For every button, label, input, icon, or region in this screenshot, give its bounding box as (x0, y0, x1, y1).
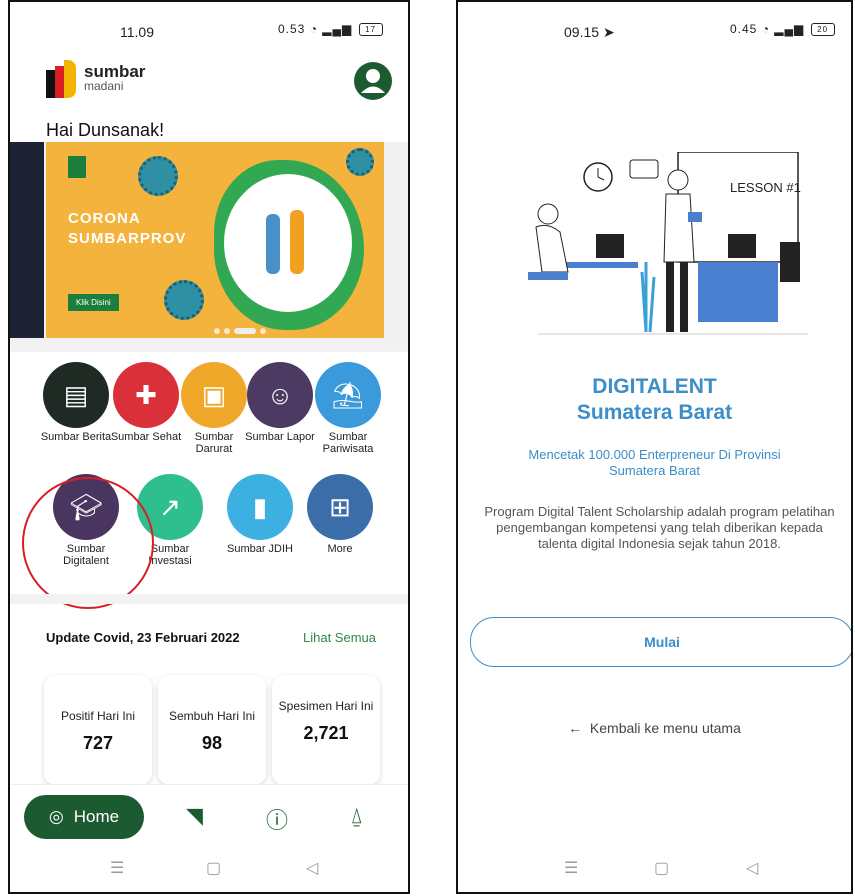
stat-card-sembuh: Sembuh Hari Ini 98 (158, 675, 266, 785)
see-all-link[interactable]: Lihat Semua (303, 630, 376, 645)
menu-more[interactable]: ⊞ More (304, 474, 376, 555)
siren-icon[interactable]: ⍙ (350, 803, 363, 829)
divider (10, 342, 408, 352)
carousel-dots (214, 328, 266, 334)
page-subtitle: Mencetak 100.000 Enterpreneur Di Provins… (528, 447, 781, 478)
menu-sumbar-sehat[interactable]: ✚ Sumbar Sehat (110, 362, 182, 443)
logo-text-sub: madani (84, 79, 124, 93)
classroom-illustration: LESSON #1 (518, 151, 818, 342)
back-triangle-icon[interactable]: ◁ (306, 858, 318, 878)
menu-sumbar-pariwisata[interactable]: ⛱ Sumbar Pariwisata (312, 362, 384, 455)
banner-prev-slide (10, 142, 44, 338)
island-icon: ⛱ (315, 362, 381, 428)
battery-icon: 17 (358, 23, 383, 37)
health-cross-icon: ✚ (113, 362, 179, 428)
wifi-icon: ◔ (309, 22, 318, 36)
grid-icon: ⊞ (307, 474, 373, 540)
status-bar: 11.09 0.53 ◔ ▂▄▆ 17 (10, 2, 408, 62)
svg-text:LESSON #1: LESSON #1 (730, 180, 801, 195)
home-square-icon[interactable]: ▢ (654, 858, 669, 878)
status-time: 11.09 (120, 24, 154, 40)
nav-home-button[interactable]: ◎ Home (24, 795, 144, 839)
app-logo: sumbar madani (46, 60, 145, 98)
status-icons: 0.45 ◔ ▂▄▆ 20 (730, 22, 835, 37)
emblem-icon (68, 156, 86, 178)
alert-icon[interactable]: ⓘ (266, 803, 288, 835)
logo-mark-icon (46, 60, 80, 98)
digitalent-screen: 09.15 ➤ 0.45 ◔ ▂▄▆ 20 LESSON #1 DIGITALE… (456, 0, 853, 894)
news-icon: ▤ (43, 362, 109, 428)
banner-title-1: CORONA (68, 210, 141, 227)
recent-apps-icon[interactable]: ☰ (564, 858, 578, 878)
back-to-menu-link[interactable]: ← Kembali ke menu utama (458, 720, 851, 736)
network-speed: 0.45 (730, 22, 758, 36)
menu-sumbar-jdih[interactable]: ▮ Sumbar JDIH (224, 474, 296, 555)
menu-sumbar-lapor[interactable]: ☺ Sumbar Lapor (244, 362, 316, 443)
description: Program Digital Talent Scholarship adala… (484, 504, 835, 551)
book-icon: ▮ (227, 474, 293, 540)
recent-apps-icon[interactable]: ☰ (110, 858, 124, 878)
chat-face-icon: ☺ (247, 362, 313, 428)
virus-icon (138, 156, 178, 196)
banner-carousel[interactable]: CORONA SUMBARPROV Klik Disini (10, 142, 408, 342)
bus-icon: ▣ (181, 362, 247, 428)
virus-icon (164, 280, 204, 320)
banner-illustration-inner (224, 174, 352, 312)
stat-card-spesimen: Spesimen Hari Ini 2,721 (272, 675, 380, 785)
home-screen: 11.09 0.53 ◔ ▂▄▆ 17 sumbar madani Hai Du… (8, 0, 410, 894)
status-bar: 09.15 ➤ 0.45 ◔ ▂▄▆ 20 (458, 2, 851, 62)
rss-icon[interactable]: ◥ (186, 803, 203, 829)
compass-icon: ◎ (48, 807, 64, 826)
stat-card-positif: Positif Hari Ini 727 (44, 675, 152, 785)
signal-icon: ▂▄▆ (322, 22, 353, 36)
location-arrow-icon: ➤ (602, 24, 615, 40)
system-nav-bar: ☰ ▢ ◁ (458, 844, 851, 892)
banner-cta-button[interactable]: Klik Disini (68, 294, 119, 311)
banner-slide[interactable]: CORONA SUMBARPROV Klik Disini (46, 142, 384, 338)
page-title: DIGITALENT Sumatera Barat (576, 375, 733, 424)
greeting: Hai Dunsanak! (46, 120, 165, 140)
status-time: 09.15 ➤ (564, 24, 615, 40)
battery-icon: 20 (810, 23, 835, 37)
nav-home-label: Home (73, 807, 120, 826)
status-icons: 0.53 ◔ ▂▄▆ 17 (278, 22, 383, 37)
signal-icon: ▂▄▆ (774, 22, 805, 36)
wifi-icon: ◔ (761, 22, 770, 36)
arrow-left-icon: ← (568, 720, 583, 736)
back-triangle-icon[interactable]: ◁ (746, 858, 758, 878)
banner-title-2: SUMBARPROV (68, 230, 187, 247)
start-button[interactable]: Mulai (470, 617, 851, 667)
bottom-nav: ◎ Home ◥ ⓘ ⍙ (10, 784, 408, 847)
virus-icon (346, 148, 374, 176)
menu-sumbar-berita[interactable]: ▤ Sumbar Berita (40, 362, 112, 443)
home-square-icon[interactable]: ▢ (206, 858, 221, 878)
covid-update-title: Update Covid, 23 Februari 2022 (46, 630, 240, 645)
highlight-circle (22, 477, 154, 609)
divider (10, 594, 408, 604)
logo-text-main: sumbar (84, 62, 146, 81)
profile-avatar-icon[interactable] (354, 62, 392, 100)
network-speed: 0.53 (278, 22, 306, 36)
menu-sumbar-darurat[interactable]: ▣ Sumbar Darurat (178, 362, 250, 455)
system-nav-bar: ☰ ▢ ◁ (10, 844, 408, 892)
